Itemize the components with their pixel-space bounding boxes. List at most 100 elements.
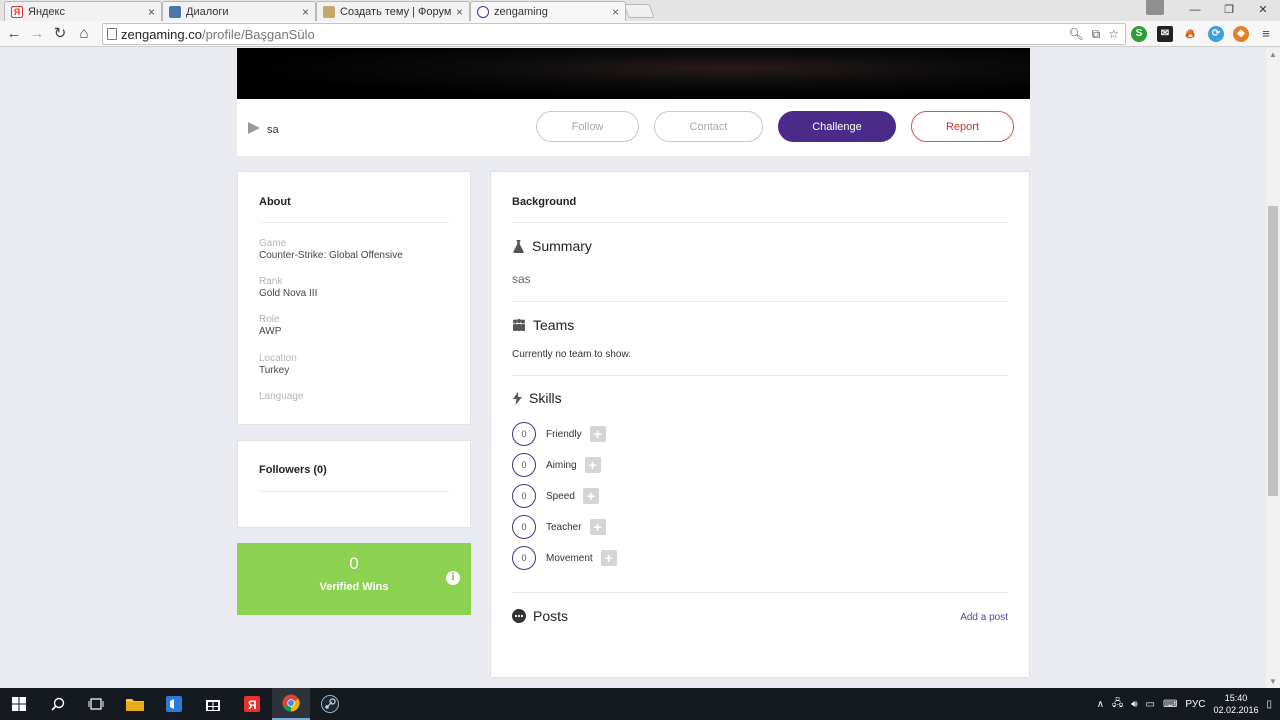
action-center-icon[interactable]: ▭: [1146, 699, 1155, 710]
task-view-icon[interactable]: [77, 688, 115, 720]
role-label: Role: [259, 314, 280, 325]
clock-time: 15:40: [1224, 693, 1248, 703]
skill-row-movement: 0 Movement +: [512, 546, 617, 570]
endorse-plus-button[interactable]: +: [584, 457, 601, 473]
divider: [512, 375, 1008, 376]
challenge-button[interactable]: Challenge: [778, 111, 896, 142]
skills-heading: Skills: [512, 390, 562, 406]
profile-bar: sa Follow Contact Challenge Report: [237, 99, 1030, 156]
followers-title[interactable]: Followers (0): [259, 464, 327, 476]
skill-row-friendly: 0 Friendly +: [512, 422, 606, 446]
teams-heading: Teams: [512, 317, 574, 333]
skill-count: 0: [512, 484, 536, 508]
scroll-up-arrow-icon[interactable]: ▲: [1266, 50, 1280, 59]
close-tab-icon[interactable]: ×: [148, 5, 155, 19]
yandex-browser-icon[interactable]: Я: [233, 688, 271, 720]
clock[interactable]: 15:40 02.02.2016: [1213, 692, 1258, 716]
home-icon[interactable]: ⌂: [74, 24, 94, 44]
tab-title: Диалоги: [186, 5, 229, 18]
skill-row-speed: 0 Speed +: [512, 484, 599, 508]
menu-icon[interactable]: ≡: [1256, 24, 1276, 44]
endorse-plus-button[interactable]: +: [582, 488, 599, 504]
info-icon[interactable]: i: [446, 571, 460, 585]
new-tab-button[interactable]: [623, 4, 655, 18]
scrollbar-thumb[interactable]: [1268, 206, 1278, 496]
close-tab-icon[interactable]: ×: [456, 5, 463, 19]
browser-tab-dialogs[interactable]: Диалоги ×: [162, 1, 316, 21]
browser-tab-forum[interactable]: Создать тему | Форум Ma ×: [316, 1, 470, 21]
flask-icon: [512, 239, 525, 253]
location-label: Location: [259, 353, 297, 364]
page-viewport: sa Follow Contact Challenge Report About…: [0, 48, 1266, 688]
back-arrow-icon[interactable]: ←: [4, 24, 24, 44]
divider: [259, 491, 449, 492]
background-card: Background Summary sas Teams Currently n…: [490, 171, 1030, 678]
add-post-link[interactable]: Add a post: [960, 612, 1008, 623]
steam-icon[interactable]: [311, 688, 349, 720]
extension-mail-icon[interactable]: ✉: [1157, 26, 1173, 42]
follow-button[interactable]: Follow: [536, 111, 639, 142]
search-icon[interactable]: [39, 688, 77, 720]
close-tab-icon[interactable]: ×: [302, 5, 309, 19]
notifications-icon[interactable]: ▯: [1266, 699, 1272, 710]
skill-count: 0: [512, 546, 536, 570]
extension-sync-icon[interactable]: ⟳: [1208, 26, 1224, 42]
address-bar[interactable]: zengaming.co/profile/BaşganSülo 🔍︎ ⧉ ☆: [102, 23, 1126, 45]
network-icon[interactable]: 🖧︎: [1112, 696, 1123, 713]
skill-row-aiming: 0 Aiming +: [512, 453, 601, 477]
forward-arrow-icon[interactable]: →: [27, 24, 47, 44]
divider: [259, 222, 449, 223]
windows-start-icon[interactable]: [0, 688, 38, 720]
skill-name: Aiming: [546, 459, 577, 471]
endorse-plus-button[interactable]: +: [600, 550, 617, 566]
chrome-icon[interactable]: [272, 688, 310, 720]
verified-wins-label: Verified Wins: [319, 581, 389, 593]
keyboard-icon[interactable]: ⌨: [1163, 699, 1177, 710]
tab-title: Создать тему | Форум Ma: [340, 5, 452, 18]
browser-tab-zengaming[interactable]: zengaming ×: [470, 1, 626, 21]
posts-heading: Posts: [512, 608, 568, 624]
summary-text: sas: [512, 272, 531, 286]
extension-green-icon[interactable]: S: [1131, 26, 1147, 42]
comment-dots-icon: [512, 609, 526, 623]
report-button[interactable]: Report: [911, 111, 1014, 142]
forum-avatar-icon: [323, 5, 335, 18]
bookmark-star-icon[interactable]: ☆: [1108, 27, 1119, 42]
yandex-icon: Я: [11, 5, 23, 18]
reload-icon[interactable]: ↻: [50, 24, 70, 44]
close-tab-icon[interactable]: ×: [612, 5, 619, 19]
browser-tab-yandex[interactable]: Я Яндекс ×: [4, 1, 162, 21]
skill-count: 0: [512, 422, 536, 446]
contact-button[interactable]: Contact: [654, 111, 763, 142]
skill-row-teacher: 0 Teacher +: [512, 515, 606, 539]
minimize-button[interactable]: —: [1178, 0, 1212, 21]
endorse-plus-button[interactable]: +: [589, 519, 606, 535]
zoom-icon[interactable]: 🔍︎: [1068, 27, 1083, 42]
page-info-icon[interactable]: [107, 28, 117, 40]
zengaming-icon: [477, 5, 489, 18]
endorse-plus-button[interactable]: +: [589, 426, 606, 442]
skill-count: 0: [512, 515, 536, 539]
scroll-down-arrow-icon[interactable]: ▼: [1266, 677, 1280, 686]
rank-value: Gold Nova III: [259, 288, 318, 299]
extension-flame-icon[interactable]: 🔥︎: [1182, 26, 1198, 42]
input-language[interactable]: РУС: [1185, 699, 1205, 710]
show-hidden-icons-icon[interactable]: ∧: [1097, 699, 1104, 710]
about-title: About: [259, 196, 291, 208]
extension-fox-icon[interactable]: ◆: [1233, 26, 1249, 42]
verified-wins-count: 0: [349, 554, 359, 573]
profile-avatar-icon[interactable]: [1146, 0, 1164, 15]
url-text: zengaming.co/profile/BaşganSülo: [121, 27, 315, 42]
clock-date: 02.02.2016: [1213, 705, 1259, 715]
close-window-button[interactable]: ✕: [1246, 0, 1280, 21]
page-scrollbar[interactable]: ▲ ▼: [1266, 48, 1280, 688]
file-explorer-icon[interactable]: [116, 688, 154, 720]
store-icon[interactable]: [194, 688, 232, 720]
translate-icon[interactable]: ⧉: [1092, 27, 1101, 42]
media-player-icon[interactable]: [155, 688, 193, 720]
send-icon: [248, 122, 260, 134]
tab-title: zengaming: [494, 5, 548, 18]
skill-name: Teacher: [546, 521, 582, 533]
restore-button[interactable]: ❐: [1212, 0, 1246, 21]
volume-icon[interactable]: 🔊︎: [1131, 699, 1137, 710]
